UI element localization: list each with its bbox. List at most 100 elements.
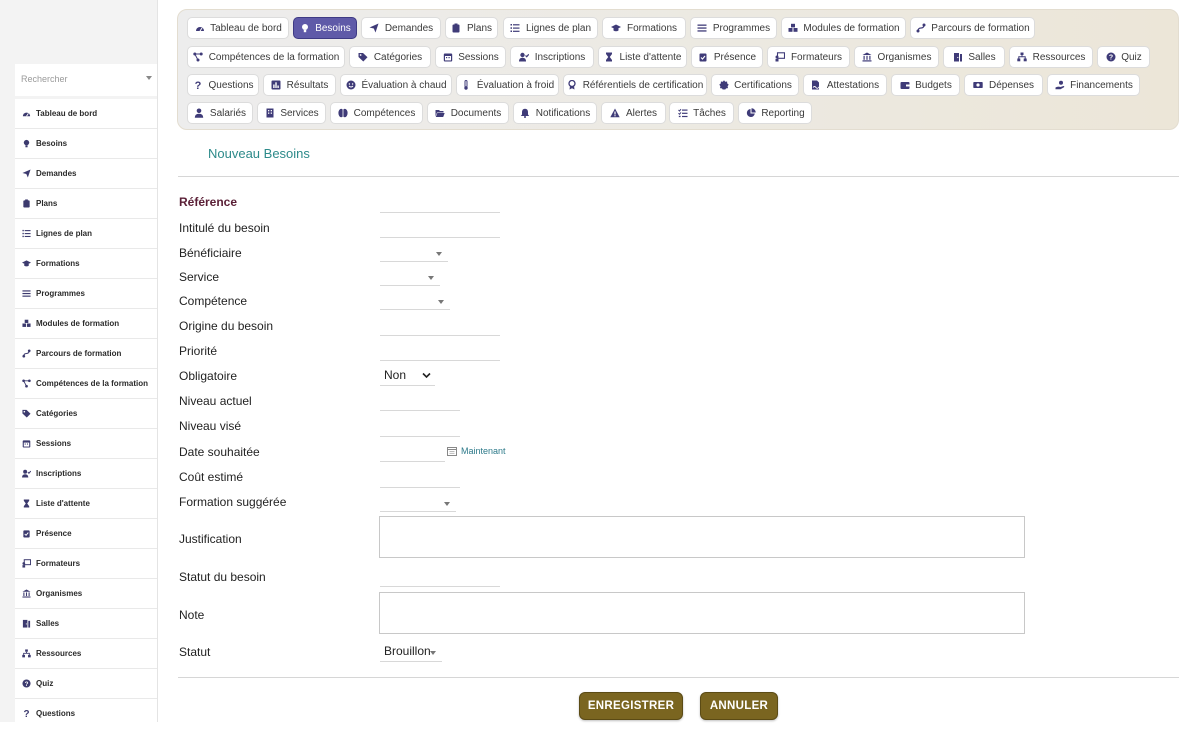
- module-tab[interactable]: Reporting: [738, 102, 812, 124]
- statut-besoin-input[interactable]: [380, 572, 500, 587]
- module-tab[interactable]: Résultats: [263, 74, 336, 96]
- module-tab[interactable]: Dépenses: [964, 74, 1043, 96]
- module-tab[interactable]: Services: [257, 102, 326, 124]
- bell-icon: [520, 108, 531, 119]
- now-link[interactable]: Maintenant: [447, 446, 506, 456]
- reference-input[interactable]: [380, 198, 500, 213]
- module-tab[interactable]: Évaluation à froid: [456, 74, 559, 96]
- module-tab[interactable]: Besoins: [293, 17, 357, 39]
- calendar-icon: [22, 440, 30, 448]
- module-tab[interactable]: Catégories: [349, 46, 431, 68]
- module-tab[interactable]: Documents: [427, 102, 509, 124]
- cancel-button[interactable]: ANNULER: [700, 692, 778, 720]
- module-tab[interactable]: Tableau de bord: [187, 17, 289, 39]
- sidebar-item[interactable]: Formations: [15, 249, 157, 279]
- question-circle-icon: ?: [21, 679, 31, 689]
- module-tab[interactable]: Inscriptions: [510, 46, 594, 68]
- beneficiaire-select[interactable]: [380, 247, 448, 262]
- hand-holding-icon: [1055, 80, 1064, 90]
- module-tab[interactable]: Liste d'attente: [598, 46, 687, 68]
- user-check-icon: [21, 469, 31, 479]
- service-select[interactable]: [380, 271, 440, 286]
- sidebar-item[interactable]: Ressources: [15, 639, 157, 669]
- competence-select[interactable]: [380, 295, 450, 310]
- module-tab[interactable]: Certifications: [711, 74, 799, 96]
- module-tab[interactable]: Notifications: [513, 102, 597, 124]
- formation-suggeree-select[interactable]: [380, 497, 456, 512]
- sidebar-item[interactable]: Modules de formation: [15, 309, 157, 339]
- sidebar-item[interactable]: Formateurs: [15, 549, 157, 579]
- module-tab-label: Plans: [466, 22, 492, 34]
- sidebar-item[interactable]: Liste d'attente: [15, 489, 157, 519]
- module-tab[interactable]: Tâches: [669, 102, 734, 124]
- network-icon: [193, 52, 203, 62]
- module-tab[interactable]: Programmes: [690, 17, 777, 39]
- module-tab[interactable]: Modules de formation: [781, 17, 906, 39]
- module-tab[interactable]: Parcours de formation: [910, 17, 1035, 39]
- module-tab-label: Évaluation à froid: [476, 79, 555, 91]
- sidebar-item[interactable]: ? Quiz: [15, 669, 157, 699]
- module-tab-label: Quiz: [1121, 51, 1142, 63]
- sidebar-item[interactable]: Organismes: [15, 579, 157, 609]
- module-tab[interactable]: Attestations: [803, 74, 887, 96]
- sidebar-item[interactable]: Programmes: [15, 279, 157, 309]
- sidebar-item[interactable]: Inscriptions: [15, 459, 157, 489]
- module-tab[interactable]: Compétences: [330, 102, 423, 124]
- sidebar-item[interactable]: Besoins: [15, 129, 157, 159]
- question-circle-icon: ?: [21, 679, 31, 688]
- certificate-icon: [718, 80, 729, 91]
- module-tab[interactable]: Demandes: [361, 17, 441, 39]
- module-tab[interactable]: Plans: [445, 17, 498, 39]
- dashboard-icon: [22, 112, 30, 117]
- cout-estime-input[interactable]: [380, 473, 460, 488]
- module-tab[interactable]: Budgets: [891, 74, 960, 96]
- justification-textarea[interactable]: [379, 516, 1025, 558]
- sidebar-item[interactable]: Lignes de plan: [15, 219, 157, 249]
- module-tab[interactable]: Alertes: [601, 102, 666, 124]
- module-tab[interactable]: Évaluation à chaud: [340, 74, 452, 96]
- sidebar-item[interactable]: Catégories: [15, 399, 157, 429]
- note-textarea[interactable]: [379, 592, 1025, 634]
- obligatoire-select[interactable]: Non: [380, 368, 435, 386]
- sidebar-search-select[interactable]: Rechercher: [15, 64, 157, 96]
- origine-input[interactable]: [380, 321, 500, 336]
- module-tab[interactable]: Référentiels de certification: [563, 74, 707, 96]
- statut-select[interactable]: Brouillon: [380, 644, 442, 662]
- sidebar-item[interactable]: Parcours de formation: [15, 339, 157, 369]
- module-tab[interactable]: Compétences de la formation: [187, 46, 345, 68]
- module-tab[interactable]: ? Quiz: [1097, 46, 1150, 68]
- sidebar-item[interactable]: ? Questions: [15, 699, 157, 722]
- sidebar-item-label: Liste d'attente: [36, 499, 90, 508]
- sidebar-item[interactable]: Demandes: [15, 159, 157, 189]
- graduation-cap-icon: [21, 260, 31, 267]
- module-tab[interactable]: Organismes: [854, 46, 939, 68]
- sidebar-item[interactable]: Plans: [15, 189, 157, 219]
- module-tab[interactable]: Formations: [602, 17, 686, 39]
- niveau-actuel-input[interactable]: [380, 396, 460, 411]
- priorite-input[interactable]: [380, 346, 500, 361]
- save-button[interactable]: ENREGISTRER: [579, 692, 683, 720]
- intitule-input[interactable]: [380, 223, 500, 238]
- paper-plane-icon: [369, 23, 379, 33]
- sidebar-item[interactable]: Sessions: [15, 429, 157, 459]
- module-tab-label: Demandes: [384, 22, 434, 34]
- module-tab[interactable]: Présence: [691, 46, 763, 68]
- award-icon: [567, 80, 578, 91]
- module-tab[interactable]: Salles: [943, 46, 1005, 68]
- niveau-vise-input[interactable]: [380, 422, 460, 437]
- module-tab[interactable]: Formateurs: [767, 46, 850, 68]
- date-souhaitee-input[interactable]: [380, 447, 445, 462]
- user-check-icon: [519, 52, 530, 62]
- module-tab[interactable]: Sessions: [435, 46, 506, 68]
- module-tab[interactable]: Ressources: [1009, 46, 1093, 68]
- module-tab[interactable]: Financements: [1047, 74, 1140, 96]
- sidebar-item[interactable]: Compétences de la formation: [15, 369, 157, 399]
- sidebar-item[interactable]: Présence: [15, 519, 157, 549]
- sidebar-item[interactable]: Salles: [15, 609, 157, 639]
- list-icon: [21, 229, 31, 238]
- sidebar-item-label: Salles: [36, 619, 60, 628]
- module-tab[interactable]: ? Questions: [187, 74, 259, 96]
- sidebar-item[interactable]: Tableau de bord: [15, 99, 157, 129]
- module-tab[interactable]: Salariés: [187, 102, 253, 124]
- module-tab[interactable]: Lignes de plan: [503, 17, 598, 39]
